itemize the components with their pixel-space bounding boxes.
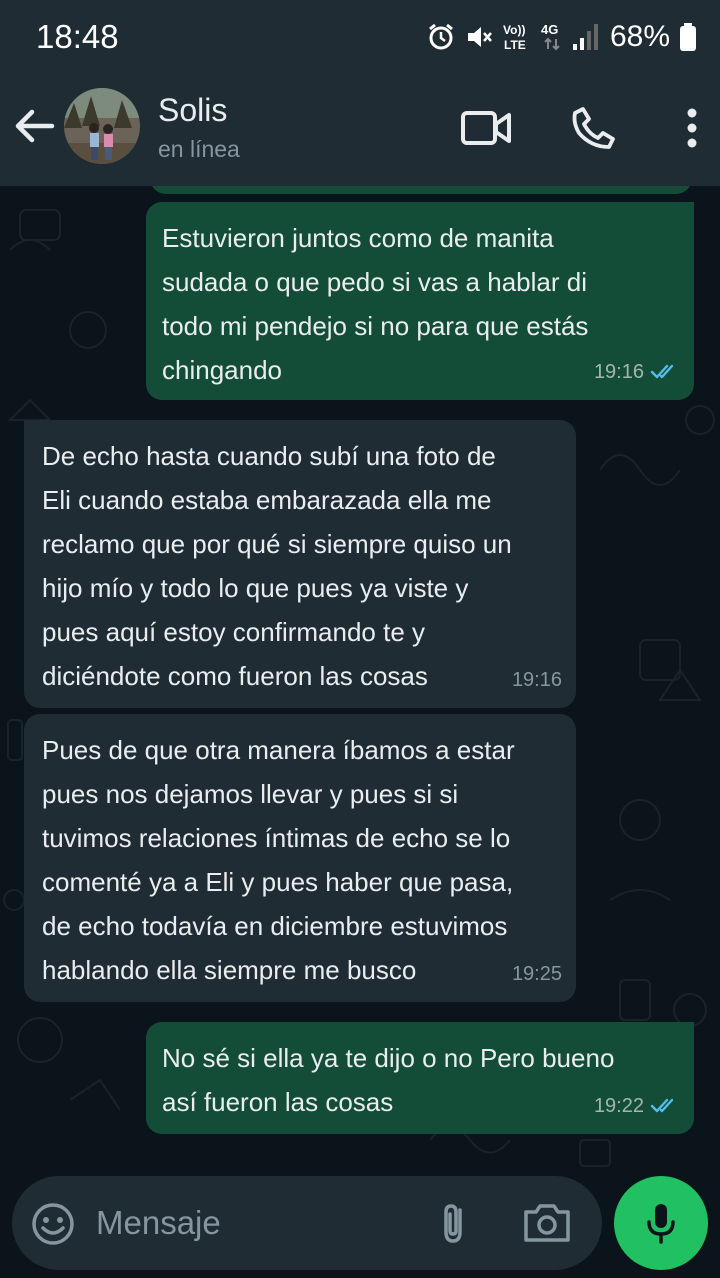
4g-icon: 4G bbox=[541, 22, 560, 51]
more-options-button[interactable] bbox=[664, 100, 720, 156]
message-meta: 19:16 bbox=[512, 658, 562, 702]
voice-call-button[interactable] bbox=[566, 100, 622, 156]
avatar[interactable] bbox=[64, 88, 140, 164]
message-meta: 19:22 bbox=[594, 1084, 680, 1128]
emoji-icon[interactable] bbox=[30, 1201, 76, 1247]
message-bubble-incoming[interactable]: Pues de que otra manera íbamos a estar p… bbox=[24, 714, 576, 1002]
voice-message-button[interactable] bbox=[614, 1176, 708, 1270]
chat-header: Solis en línea bbox=[0, 76, 720, 186]
mute-icon bbox=[467, 27, 492, 47]
message-meta: 19:16 bbox=[594, 350, 680, 394]
read-receipt-icon bbox=[650, 364, 674, 379]
message-text: Pues de que otra manera íbamos a estar p… bbox=[42, 735, 515, 985]
volte-icon: Vo)) LTE bbox=[503, 23, 526, 52]
message-text: De echo hasta cuando subí una foto de El… bbox=[42, 441, 512, 691]
message-time: 19:16 bbox=[511, 669, 562, 691]
signal-icon bbox=[572, 24, 598, 50]
status-icons: Vo)) LTE 4G 68% bbox=[426, 17, 698, 57]
message-time: 19:16 bbox=[593, 361, 644, 383]
battery-percent: 68% bbox=[609, 20, 670, 53]
message-bubble-incoming[interactable]: De echo hasta cuando subí una foto de El… bbox=[24, 420, 576, 708]
svg-text:Vo)): Vo)) bbox=[503, 23, 525, 37]
mic-icon bbox=[647, 1204, 675, 1244]
more-vert-icon bbox=[687, 108, 697, 148]
status-time: 18:48 bbox=[36, 18, 119, 55]
message-time: 19:25 bbox=[511, 963, 562, 985]
status-bar: 18:48 Vo)) LTE 4G 68% bbox=[0, 0, 720, 76]
contact-status: en línea bbox=[158, 136, 240, 162]
message-bubble-outgoing[interactable]: No sé si ella ya te dijo o no Pero bueno… bbox=[146, 1022, 694, 1134]
message-time: 19:22 bbox=[593, 1095, 644, 1117]
attach-icon[interactable] bbox=[430, 1200, 476, 1246]
battery-icon bbox=[680, 23, 696, 51]
message-bubble-outgoing[interactable]: Estuvieron juntos como de manita sudada … bbox=[146, 202, 694, 400]
read-receipt-icon bbox=[650, 1098, 674, 1113]
svg-text:4G: 4G bbox=[541, 22, 558, 37]
camera-icon[interactable] bbox=[522, 1200, 572, 1246]
contact-name[interactable]: Solis bbox=[158, 92, 227, 129]
message-meta: 19:25 bbox=[512, 952, 562, 996]
message-input[interactable]: Mensaje bbox=[96, 1204, 221, 1242]
back-arrow-icon[interactable] bbox=[12, 104, 56, 148]
svg-text:LTE: LTE bbox=[504, 38, 526, 52]
phone-icon bbox=[572, 107, 615, 149]
alarm-icon bbox=[429, 23, 453, 50]
message-composer: Mensaje bbox=[12, 1176, 602, 1270]
video-call-button[interactable] bbox=[458, 100, 514, 156]
video-call-icon bbox=[461, 111, 511, 145]
